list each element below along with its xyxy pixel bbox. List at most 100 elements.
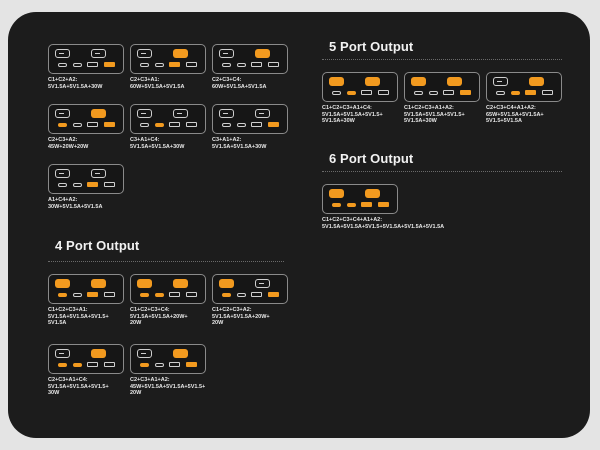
five-port-heading: 5 Port Output: [329, 39, 414, 54]
port-c2-icon: [173, 279, 188, 288]
power-bank-icon: [48, 164, 124, 194]
combo-power-line: 5V1.5A+5V1.5A+30W: [48, 83, 103, 90]
port-c1-icon: [219, 49, 234, 58]
port-a1-icon: [251, 292, 262, 297]
port-combo-spec: C1+C2+C3+C4: 5V1.5A+5V1.5A+20W+ 20W: [130, 307, 208, 327]
port-c2-icon: [447, 77, 462, 86]
port-combo-card: C3+A1+C4: 5V1.5A+5V1.5A+30W: [130, 104, 208, 150]
port-combo-card: C2+C3+A2: 45W+20W+20W: [48, 104, 126, 150]
combo-power-line: 60W+5V1.5A+5V1.5A: [130, 83, 185, 90]
power-bank-icon: [212, 44, 288, 74]
port-c1-icon: [55, 49, 70, 58]
port-combo-card: C2+C3+A1: 60W+5V1.5A+5V1.5A: [130, 44, 208, 90]
port-a2-icon: [186, 362, 197, 367]
port-combo-spec: A1+C4+A2: 30W+5V1.5A+5V1.5A: [48, 197, 126, 210]
port-a1-icon: [87, 362, 98, 367]
combo-power-line: 5V1.5+5V1.5A: [486, 118, 522, 124]
combo-power-line: 30W+5V1.5A+5V1.5A: [48, 203, 103, 210]
port-c2-icon: [91, 169, 106, 178]
port-a2-icon: [186, 292, 197, 297]
port-combo-spec: C2+C3+C4: 60W+5V1.5A+5V1.5A: [212, 77, 290, 90]
power-bank-icon: [404, 72, 480, 102]
power-bank-icon: [48, 104, 124, 134]
port-a1-icon: [361, 90, 372, 95]
port-c3-icon: [140, 293, 149, 297]
port-combo-spec: C2+C3+A1+A2: 45W+5V1.5A+5V1.5A+5V1.5+ 20W: [130, 377, 208, 397]
port-combo-card: C1+C2+C3+C4+A1+A2: 5V1.5A+5V1.5A+5V1.5+5V…: [322, 184, 472, 230]
port-c2-icon: [91, 349, 106, 358]
combo-power-line: 5V1.5A+5V1.5A+30W: [130, 143, 185, 150]
port-combo-spec: C2+C3+C4+A1+A2: 65W+5V1.5A+5V1.5A+ 5V1.5+5…: [486, 105, 564, 125]
port-a2-icon: [268, 122, 279, 127]
port-c2-icon: [173, 109, 188, 118]
port-combo-spec: C2+C3+A1: 60W+5V1.5A+5V1.5A: [130, 77, 208, 90]
port-c4-icon: [237, 123, 246, 127]
port-c3-icon: [140, 63, 149, 67]
port-c3-icon: [58, 123, 67, 127]
combo-power-line: 5V1.5A+30W: [404, 118, 437, 124]
combo-power-line: 20W: [130, 390, 142, 396]
port-c1-icon: [329, 189, 344, 198]
port-c3-icon: [58, 63, 67, 67]
port-c2-icon: [365, 189, 380, 198]
combo-power-line: 30W: [48, 390, 60, 396]
port-a1-icon: [169, 292, 180, 297]
port-a2-icon: [186, 122, 197, 127]
port-c4-icon: [237, 293, 246, 297]
port-c2-icon: [173, 49, 188, 58]
port-combo-card: A1+C4+A2: 30W+5V1.5A+5V1.5A: [48, 164, 126, 210]
six-port-divider: [322, 171, 562, 172]
port-c2-icon: [255, 109, 270, 118]
port-c1-icon: [55, 169, 70, 178]
port-c2-icon: [91, 279, 106, 288]
port-c3-icon: [332, 91, 341, 95]
port-combo-card: C1+C2+C3+A1: 5V1.5A+5V1.5A+5V1.5+ 5V1.5A: [48, 274, 126, 327]
combo-power-line: 5V1.5A+5V1.5A+5V1.5+5V1.5A+5V1.5A+5V1.5A: [322, 223, 445, 230]
port-combo-card: C2+C3+C4+A1+A2: 65W+5V1.5A+5V1.5A+ 5V1.5+5…: [486, 72, 564, 125]
combo-power-line: 45W+5V1.5A+5V1.5A+5V1.5+: [130, 383, 206, 390]
port-c4-icon: [155, 63, 164, 67]
power-bank-icon: [486, 72, 562, 102]
port-c4-icon: [155, 363, 164, 367]
port-a2-icon: [268, 292, 279, 297]
combo-power-line: 5V1.5A: [48, 320, 67, 326]
port-c3-icon: [140, 123, 149, 127]
combo-power-line: 20W: [212, 320, 224, 326]
port-c2-icon: [255, 279, 270, 288]
combo-power-line: 20W: [130, 320, 142, 326]
port-c4-icon: [73, 293, 82, 297]
port-combo-spec: C2+C3+A1+C4: 5V1.5A+5V1.5A+5V1.5+ 30W: [48, 377, 126, 397]
port-a2-icon: [104, 122, 115, 127]
combo-power-line: 5V1.5A+30W: [322, 118, 355, 124]
port-c4-icon: [73, 363, 82, 367]
four-port-divider: [48, 261, 284, 262]
port-a1-icon: [251, 62, 262, 67]
port-c3-icon: [58, 183, 67, 187]
port-combo-spec: C1+C2+C3+A1+A2: 5V1.5A+5V1.5A+5V1.5+ 5V1.5…: [404, 105, 482, 125]
port-combo-card: C1+C2+C3+A1+C4: 5V1.5A+5V1.5A+5V1.5+ 5V1.5…: [322, 72, 400, 125]
combo-power-line: 60W+5V1.5A+5V1.5A: [212, 83, 267, 90]
port-c4-icon: [155, 293, 164, 297]
port-combo-card: C1+C2+C3+A1+A2: 5V1.5A+5V1.5A+5V1.5+ 5V1.5…: [404, 72, 482, 125]
port-c1-icon: [137, 109, 152, 118]
port-c1-icon: [329, 77, 344, 86]
port-a1-icon: [87, 292, 98, 297]
power-bank-icon: [322, 72, 398, 102]
port-c1-icon: [137, 49, 152, 58]
port-c1-icon: [55, 349, 70, 358]
port-combo-card: C1+C2+C3+C4: 5V1.5A+5V1.5A+20W+ 20W: [130, 274, 208, 327]
power-bank-icon: [130, 44, 206, 74]
port-a2-icon: [542, 90, 553, 95]
port-c1-icon: [137, 349, 152, 358]
six-port-heading: 6 Port Output: [329, 151, 414, 166]
port-a1-icon: [443, 90, 454, 95]
port-c2-icon: [91, 109, 106, 118]
port-c2-icon: [173, 349, 188, 358]
port-a1-icon: [361, 202, 372, 207]
port-a1-icon: [169, 362, 180, 367]
power-bank-icon: [130, 344, 206, 374]
port-a1-icon: [525, 90, 536, 95]
power-bank-icon: [322, 184, 398, 214]
port-a1-icon: [87, 122, 98, 127]
port-c3-icon: [58, 293, 67, 297]
